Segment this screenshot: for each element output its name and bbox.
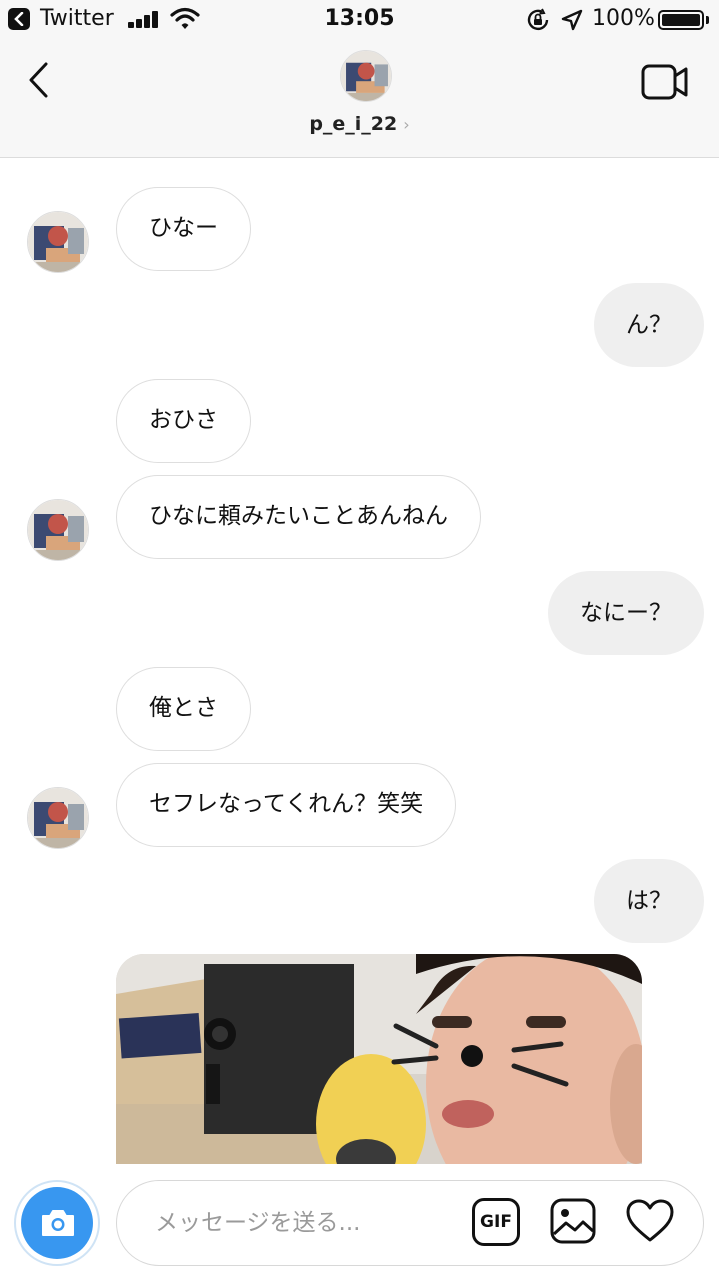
sender-avatar[interactable] bbox=[27, 211, 89, 273]
sender-avatar[interactable] bbox=[27, 787, 89, 849]
heart-icon[interactable] bbox=[625, 1198, 675, 1244]
message-outgoing[interactable]: なにー？ bbox=[548, 571, 704, 655]
username-text: p_e_i_22 bbox=[309, 113, 398, 135]
battery-fill bbox=[662, 14, 700, 26]
message-incoming[interactable]: 俺とさ bbox=[116, 667, 251, 751]
message-incoming[interactable]: ひなに頼みたいことあんねん bbox=[116, 475, 481, 559]
battery-percentage: 100% bbox=[592, 6, 655, 31]
message-input-container[interactable] bbox=[116, 1180, 704, 1266]
message-outgoing[interactable]: ん？ bbox=[594, 283, 704, 367]
message-incoming[interactable]: おひさ bbox=[116, 379, 251, 463]
location-icon bbox=[561, 9, 583, 31]
video-call-icon[interactable] bbox=[640, 62, 690, 102]
chat-username[interactable]: p_e_i_22 › bbox=[0, 112, 719, 137]
rotation-lock-icon bbox=[527, 8, 549, 31]
camera-button-fill bbox=[21, 1187, 93, 1259]
status-bar: Twitter 13:05 100% bbox=[0, 0, 719, 40]
photo-message[interactable] bbox=[116, 954, 642, 1164]
camera-button[interactable] bbox=[14, 1180, 100, 1266]
chevron-right-icon: › bbox=[403, 115, 410, 134]
camera-icon bbox=[42, 1210, 74, 1236]
sender-avatar[interactable] bbox=[27, 499, 89, 561]
message-outgoing[interactable]: は？ bbox=[594, 859, 704, 943]
battery-icon bbox=[658, 10, 704, 30]
chat-header: p_e_i_22 › bbox=[0, 40, 719, 158]
message-incoming[interactable]: ひなー bbox=[116, 187, 251, 271]
gallery-icon[interactable] bbox=[548, 1196, 598, 1246]
battery-tip bbox=[706, 16, 709, 24]
message-incoming[interactable]: セフレなってくれん？笑笑 bbox=[116, 763, 457, 847]
gif-button[interactable]: GIF bbox=[472, 1198, 520, 1246]
back-chevron-icon[interactable] bbox=[24, 58, 54, 102]
message-thread[interactable]: ひなー ん？ おひさ ひなに頼みたいことあんねん なにー？ 俺とさ セフレなって… bbox=[0, 159, 719, 1164]
message-input[interactable] bbox=[155, 1203, 455, 1243]
profile-avatar[interactable] bbox=[340, 50, 392, 102]
